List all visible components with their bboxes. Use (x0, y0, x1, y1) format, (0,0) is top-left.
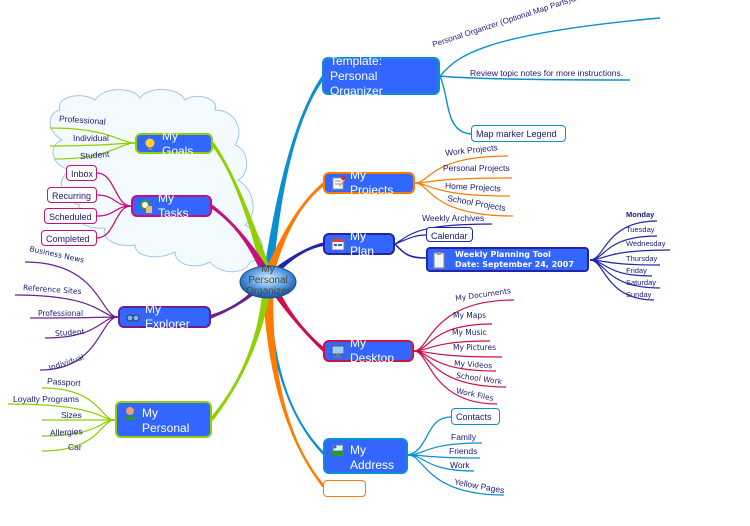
topic-personal-line: My Personal (142, 406, 190, 435)
topic-my-personal-information[interactable]: My Personal Information (115, 401, 212, 450)
tasks-child-box[interactable]: Recurring (47, 187, 97, 203)
calendar-icon (331, 237, 345, 251)
day-item[interactable]: Saturday (626, 278, 656, 287)
person-icon (123, 406, 137, 420)
binoculars-icon (126, 310, 140, 324)
day-item[interactable]: Friday (626, 266, 647, 275)
topic-my-address-book[interactable]: My Address Book (323, 438, 408, 487)
tasks-icon (139, 199, 153, 213)
day-item[interactable]: Wednesday (626, 239, 665, 248)
day-item[interactable]: Sunday (626, 290, 651, 299)
lightbulb-icon (143, 137, 157, 151)
goals-child[interactable]: Student (80, 149, 110, 161)
tasks-child-box[interactable]: Scheduled (44, 208, 97, 224)
tasks-child-box[interactable]: Completed (41, 230, 97, 246)
branch-empty (262, 276, 327, 489)
topic-template-line: Personal Organizer (330, 68, 383, 98)
personal-child[interactable]: Sizes (61, 410, 82, 420)
sub-template (439, 75, 472, 135)
central-topic-line: My (261, 264, 275, 275)
calendar-box[interactable]: Calendar (426, 227, 473, 242)
address-child[interactable]: Friends (449, 446, 477, 456)
day-item[interactable]: Thursday (626, 254, 657, 263)
weekly-planning-tool[interactable]: Weekly Planning Tool Date: September 24,… (426, 247, 589, 272)
topic-my-desktop-label: My Desktop (350, 336, 395, 365)
topic-my-projects-label: My Projects (350, 168, 394, 197)
central-topic[interactable]: My Personal Organizer (238, 264, 298, 297)
projects-child[interactable]: Personal Projects (443, 163, 510, 173)
topic-my-desktop[interactable]: My Desktop (323, 336, 414, 365)
topic-address-line: My Address (350, 443, 395, 472)
topic-my-explorer[interactable]: My Explorer (118, 302, 211, 331)
address-child[interactable]: Family (451, 432, 476, 442)
contacts-box[interactable]: Contacts (451, 408, 500, 425)
monitor-icon (331, 344, 345, 358)
topic-template[interactable]: Template: Personal Organizer (322, 53, 440, 98)
desktop-child[interactable]: My Maps (453, 311, 486, 320)
day-item[interactable]: Monday (626, 210, 654, 219)
personal-child[interactable]: Allergies (50, 426, 83, 438)
explorer-child[interactable]: Professional (38, 309, 83, 318)
address-child[interactable]: Work (450, 460, 470, 470)
day-item[interactable]: Tuesday (626, 225, 655, 234)
central-topic-line: Personal (248, 275, 288, 286)
personal-child[interactable]: Car (68, 442, 82, 452)
desktop-child[interactable]: My Pictures (453, 343, 496, 352)
central-topic-line: Organizer (246, 286, 290, 297)
topic-personal-line: Information (142, 436, 203, 450)
map-marker-legend[interactable]: Map marker Legend (471, 125, 566, 142)
topic-my-plan[interactable]: My Plan (323, 229, 395, 258)
topic-my-explorer-label: My Explorer (145, 302, 190, 331)
topic-template-line: Template: (330, 53, 383, 68)
weekly-tool-date: Date: September 24, 2007 (455, 259, 574, 269)
address-book-icon (331, 443, 345, 457)
notepad-icon (331, 176, 345, 190)
branch-template (263, 75, 326, 280)
topic-my-tasks[interactable]: My Tasks (131, 191, 212, 220)
sub-plan (394, 234, 427, 245)
clipboard-icon (433, 251, 445, 269)
tasks-child-box[interactable]: Inbox (66, 165, 97, 181)
goals-child[interactable]: Individual (73, 133, 109, 143)
personal-child[interactable]: Loyalty Programs (13, 394, 79, 404)
topic-my-goals-label: My Goals (162, 128, 194, 158)
sub-plan (394, 243, 427, 259)
desktop-child[interactable]: My Music (452, 328, 487, 337)
empty-topic[interactable] (323, 480, 366, 497)
topic-my-tasks-label: My Tasks (158, 191, 189, 220)
topic-my-plan-label: My Plan (350, 229, 375, 258)
topic-my-projects[interactable]: My Projects (323, 168, 415, 197)
topic-my-goals[interactable]: My Goals (135, 129, 213, 158)
plan-child[interactable]: Weekly Archives (422, 213, 484, 223)
weekly-tool-title: Weekly Planning Tool (455, 249, 551, 259)
template-child[interactable]: Review topic notes for more instructions… (470, 68, 623, 78)
